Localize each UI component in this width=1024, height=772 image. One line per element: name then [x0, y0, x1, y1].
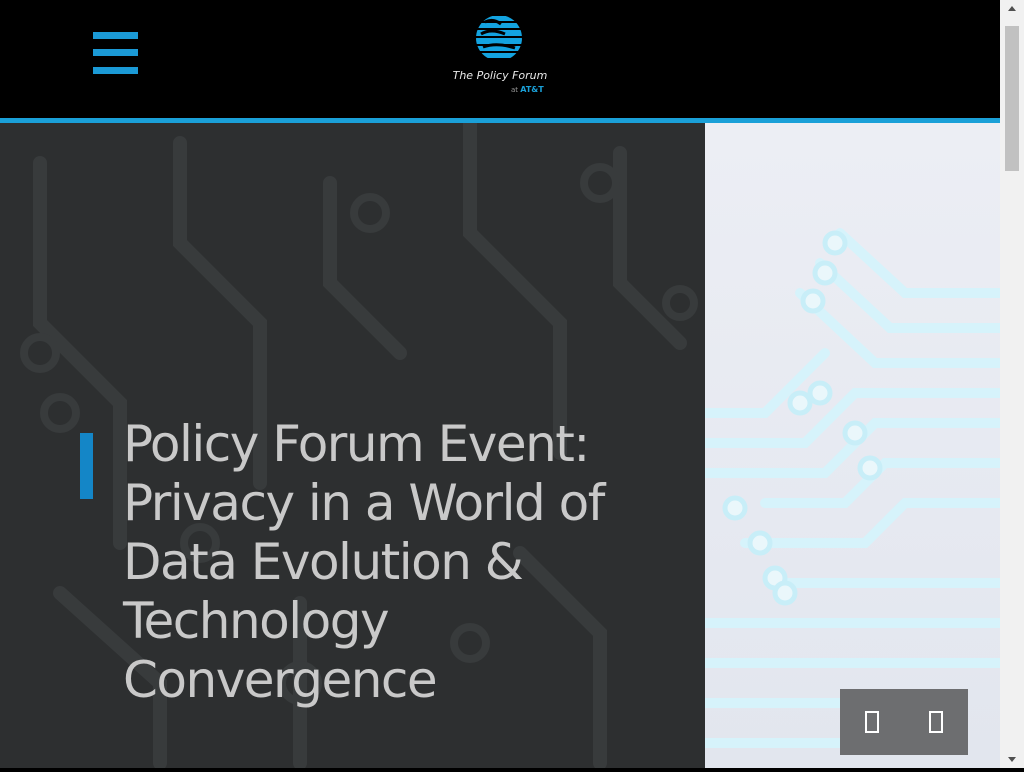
scroll-up-arrow-icon[interactable]: [1000, 0, 1024, 16]
hero-image-panel: [705, 123, 1000, 768]
logo-sub-prefix: at: [511, 86, 519, 94]
scrollbar-thumb[interactable]: [1005, 26, 1019, 171]
hero-banner: Policy Forum Event: Privacy in a World o…: [0, 123, 705, 768]
circuit-image: [705, 228, 1000, 748]
site-header: The Policy Forum at AT&T: [0, 0, 1000, 118]
site-logo[interactable]: The Policy Forum at AT&T: [440, 14, 560, 100]
slider-controls: [840, 689, 968, 755]
logo-subtitle: at AT&T: [511, 85, 544, 94]
logo-name: The Policy Forum: [452, 69, 548, 82]
att-globe-icon: [476, 15, 522, 61]
chevron-right-icon: [929, 711, 943, 733]
page-scrollbar[interactable]: [1000, 0, 1024, 768]
logo-sub-brand: AT&T: [520, 85, 544, 94]
slider-next-button[interactable]: [929, 711, 943, 733]
hamburger-menu-icon[interactable]: [93, 32, 138, 74]
hero-title: Policy Forum Event: Privacy in a World o…: [123, 415, 605, 709]
title-accent-bar: [80, 433, 93, 499]
chevron-left-icon: [865, 711, 879, 733]
scroll-down-arrow-icon[interactable]: [1000, 752, 1024, 768]
slider-prev-button[interactable]: [865, 711, 879, 733]
